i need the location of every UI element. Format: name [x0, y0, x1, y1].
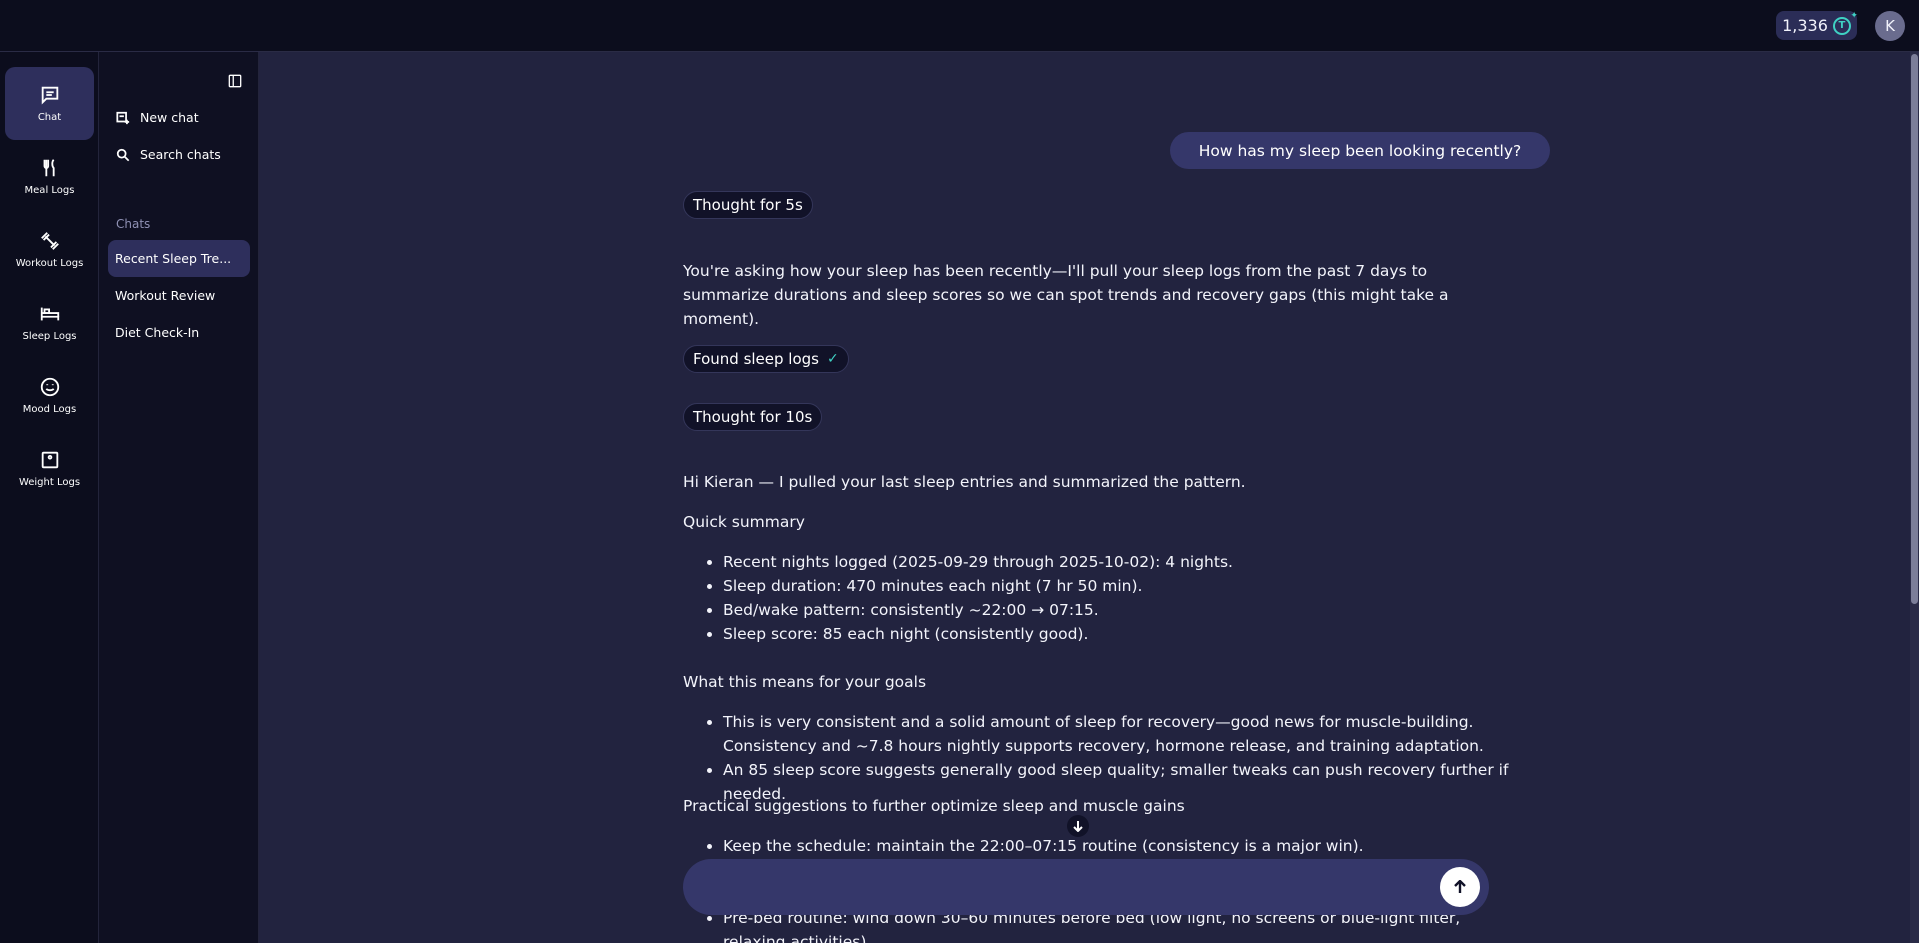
- rail-item-workout-logs[interactable]: Workout Logs: [5, 213, 94, 286]
- list-item: Recent nights logged (2025-09-29 through…: [723, 550, 1513, 574]
- message-input[interactable]: [707, 875, 1407, 899]
- check-icon: ✓: [826, 351, 839, 367]
- arrow-down-icon: [1073, 821, 1083, 832]
- tool-status[interactable]: Found sleep logs ✓: [683, 345, 849, 373]
- rail-item-mood-logs[interactable]: Mood Logs: [5, 359, 94, 432]
- rail-item-chat[interactable]: Chat: [5, 67, 94, 140]
- thought-indicator[interactable]: Thought for 5s: [683, 191, 813, 219]
- search-chats-button[interactable]: Search chats: [116, 147, 221, 162]
- scale-icon: [41, 451, 58, 469]
- summary-heading: Quick summary: [683, 513, 805, 531]
- bed-icon: [40, 307, 59, 321]
- chat-item[interactable]: Recent Sleep Tre...: [108, 240, 250, 277]
- rail-label: Meal Logs: [24, 185, 75, 196]
- chats-panel: New chat Search chats Chats Recent Sleep…: [99, 52, 259, 943]
- new-chat-label: New chat: [140, 110, 199, 125]
- rail-item-meal-logs[interactable]: Meal Logs: [5, 140, 94, 213]
- token-balance[interactable]: 1,336 T: [1776, 11, 1858, 40]
- new-chat-icon: [116, 111, 130, 124]
- suggestions-heading: Practical suggestions to further optimiz…: [683, 797, 1185, 815]
- thought-label: Thought for 5s: [693, 196, 803, 214]
- send-button[interactable]: [1440, 867, 1480, 907]
- message-composer: [683, 859, 1489, 915]
- rail-label: Weight Logs: [18, 477, 81, 488]
- list-item: Keep the schedule: maintain the 22:00–07…: [723, 834, 1513, 858]
- fork-knife-icon: [43, 159, 55, 177]
- thought-label: Thought for 10s: [693, 408, 813, 426]
- user-message: How has my sleep been looking recently?: [1170, 132, 1550, 169]
- new-chat-button[interactable]: New chat: [116, 110, 199, 125]
- rail-label: Mood Logs: [22, 404, 77, 415]
- rail-item-weight-logs[interactable]: Weight Logs: [5, 432, 94, 505]
- goals-heading: What this means for your goals: [683, 673, 927, 691]
- scrollbar[interactable]: [1910, 52, 1919, 943]
- dumbbell-icon: [40, 232, 59, 250]
- arrow-up-icon: [1454, 880, 1466, 893]
- collapse-sidebar-icon[interactable]: [228, 74, 242, 88]
- chat-item[interactable]: Workout Review: [108, 277, 250, 314]
- chat-item[interactable]: Diet Check-In: [108, 314, 250, 351]
- list-item: Sleep duration: 470 minutes each night (…: [723, 574, 1513, 598]
- token-count: 1,336: [1782, 16, 1828, 35]
- rail-label: Sleep Logs: [22, 331, 77, 342]
- list-item: Sleep score: 85 each night (consistently…: [723, 622, 1513, 646]
- assistant-intro: You're asking how your sleep has been re…: [683, 262, 1449, 328]
- conversation-area: How has my sleep been looking recently? …: [260, 52, 1919, 943]
- scroll-down-button[interactable]: [1067, 815, 1089, 837]
- summary-list: Recent nights logged (2025-09-29 through…: [723, 550, 1513, 646]
- thought-indicator[interactable]: Thought for 10s: [683, 403, 823, 431]
- rail-label: Chat: [37, 112, 62, 123]
- search-chats-label: Search chats: [140, 147, 221, 162]
- token-icon: T: [1832, 11, 1858, 35]
- rail-item-sleep-logs[interactable]: Sleep Logs: [5, 286, 94, 359]
- chats-heading: Chats: [116, 217, 151, 231]
- chat-icon: [41, 86, 58, 105]
- list-item: This is very consistent and a solid amou…: [723, 710, 1513, 758]
- search-icon: [116, 148, 130, 161]
- tool-status-label: Found sleep logs: [693, 350, 819, 368]
- smiley-icon: [40, 377, 59, 397]
- nav-rail: Chat Meal Logs Workout Logs Sleep Logs M…: [0, 52, 99, 943]
- rail-label: Workout Logs: [15, 258, 84, 269]
- assistant-greeting: Hi Kieran — I pulled your last sleep ent…: [683, 473, 1246, 491]
- top-bar: 1,336 T K: [0, 0, 1919, 52]
- list-item: Bed/wake pattern: consistently ~22:00 → …: [723, 598, 1513, 622]
- goals-list: This is very consistent and a solid amou…: [723, 710, 1513, 806]
- avatar[interactable]: K: [1875, 11, 1905, 41]
- scrollbar-thumb[interactable]: [1911, 54, 1918, 604]
